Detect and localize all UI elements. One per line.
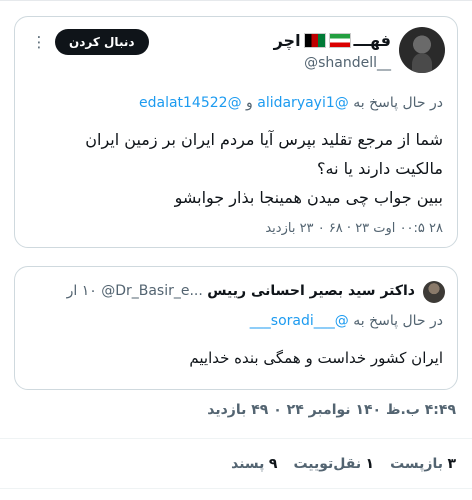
reply-prefix: در حال پاسخ به: [353, 313, 443, 329]
stat-count: ۳: [447, 456, 456, 472]
stat-count: ۱: [365, 456, 375, 472]
avatar[interactable]: [399, 27, 445, 73]
reply-to-line: در حال پاسخ به @___soradi___: [250, 313, 443, 329]
meta-separator: ·: [342, 221, 352, 236]
tweet-line: ببین جواب چی میدن همینجا بذار جوابشو: [174, 188, 443, 207]
tweet-line: مالکیت دارند یا نه؟: [317, 159, 443, 178]
engagement-stats: ۳ بازپست ۱ نقل‌توییت ۹ پسند: [231, 456, 456, 472]
afghanistan-flag-icon: [303, 33, 326, 48]
reply-to-line: در حال پاسخ به @alidaryayi1 و @edalat145…: [139, 95, 443, 111]
view-count: ۶۸ ۰ ۲۳ بازدید: [265, 221, 343, 236]
user-handle[interactable]: @shandell__: [304, 55, 391, 71]
quoted-tweet-card[interactable]: داکتر سید بصیر احسانی رییس @Dr_Basir_e..…: [14, 266, 458, 390]
iran-flag-icon: [328, 33, 351, 48]
avatar[interactable]: [423, 281, 445, 303]
quoted-time: ۱۰ ار: [66, 283, 97, 299]
stat-count: ۹: [268, 456, 278, 472]
stat-label: پسند: [231, 456, 265, 472]
stat-label: نقل‌توییت: [293, 456, 362, 472]
tweet-time-views[interactable]: ۴:۴۹ ب.ظ ۱۴۰ نوامبر ۲۴ ۰ ۴۹ بازدید: [207, 402, 456, 418]
mention-link[interactable]: @edalat14522: [139, 95, 242, 111]
display-name[interactable]: فهـــ اچر: [274, 31, 391, 50]
display-name-prefix: فهـــ: [353, 31, 391, 50]
display-name-suffix: اچر: [273, 31, 301, 50]
top-divider: [0, 0, 472, 1]
reply-and: و: [246, 95, 253, 111]
stat-label: بازپست: [390, 456, 443, 472]
more-options-icon[interactable]: ⋮: [31, 33, 47, 51]
mention-link[interactable]: @___soradi___: [250, 313, 349, 329]
mention-link[interactable]: @alidaryayi1: [257, 95, 349, 111]
main-tweet-card[interactable]: فهـــ اچر @shandell__ دنبال کردن ⋮ در حا…: [14, 16, 458, 248]
quoted-tweet-text: ایران کشور خداست و همگی بنده خداییم: [189, 349, 443, 367]
tweet-timestamp[interactable]: ۲۸ ۰۰:۵ اوت ۲۳: [355, 221, 443, 236]
divider: [0, 438, 472, 439]
reply-prefix: در حال پاسخ به: [353, 95, 443, 111]
quoted-header: داکتر سید بصیر احسانی رییس @Dr_Basir_e..…: [67, 283, 415, 299]
quoted-handle[interactable]: @Dr_Basir_e...: [101, 283, 203, 299]
tweet-text: شما از مرجع تقلید بپرس آیا مردم ایران بر…: [43, 125, 443, 212]
stat-likes[interactable]: ۹ پسند: [231, 456, 277, 472]
stat-quotes[interactable]: ۱ نقل‌توییت: [293, 456, 374, 472]
tweet-meta: ۲۸ ۰۰:۵ اوت ۲۳ · ۶۸ ۰ ۲۳ بازدید: [265, 221, 443, 236]
divider: [0, 488, 472, 489]
follow-button[interactable]: دنبال کردن: [55, 29, 149, 55]
tweet-line: شما از مرجع تقلید بپرس آیا مردم ایران بر…: [85, 130, 443, 149]
stat-reposts[interactable]: ۳ بازپست: [390, 456, 456, 472]
quoted-display-name[interactable]: داکتر سید بصیر احسانی رییس: [207, 283, 415, 299]
